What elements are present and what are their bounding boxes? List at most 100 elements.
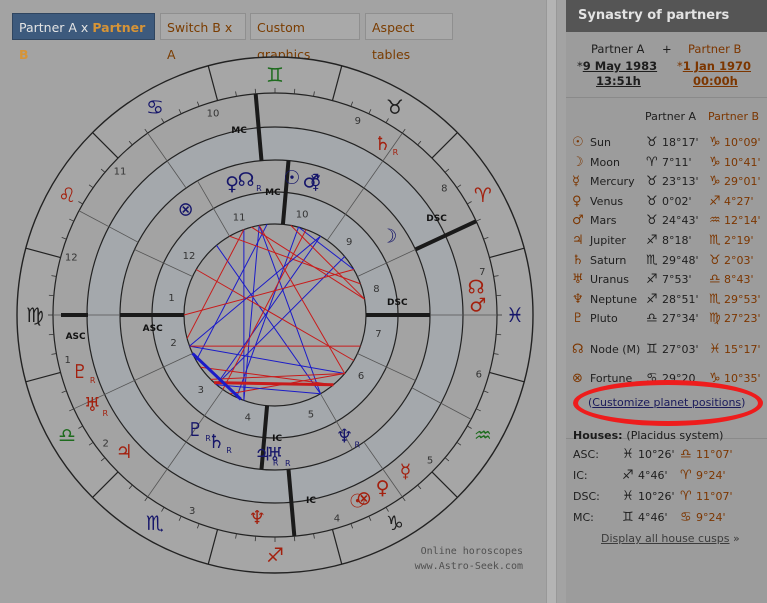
house-name: ASC: <box>573 448 599 461</box>
partner-a-planet-icon: ⊗ <box>178 199 194 221</box>
pos-a: 10°26' <box>638 490 675 503</box>
partner-a-planet-icon: ☽ <box>380 225 397 247</box>
planet-name: Jupiter <box>590 234 626 247</box>
sign-a-icon: ♈ <box>646 154 658 170</box>
separator <box>566 97 767 98</box>
planet-icon: ♆ <box>572 291 584 307</box>
planet-row: ♅ Uranus ♐ 7°53' ♎ 8°43' <box>572 271 767 289</box>
zodiac-sign-icon: ♉ <box>386 95 404 119</box>
sign-a-icon: ♊ <box>622 510 634 525</box>
partner-b-time[interactable]: 00:00h <box>693 74 738 88</box>
sign-a-icon: ♉ <box>646 213 658 229</box>
sign-a-icon: ♐ <box>622 468 634 483</box>
arrow-icon: » <box>733 532 740 545</box>
outer-house-number: 12 <box>65 253 78 264</box>
planet-icon: ♇ <box>572 311 584 327</box>
inner-house-number: 3 <box>198 385 204 396</box>
pos-a: 18°17' <box>662 136 699 149</box>
house-name: DSC: <box>573 490 600 503</box>
planet-name: Moon <box>590 155 620 169</box>
pos-a: 24°43' <box>662 214 699 228</box>
inner-house-number: 10 <box>296 210 309 221</box>
planet-icon: ♄ <box>572 252 584 268</box>
partner-a-label: Partner A <box>591 42 645 56</box>
partner-b-date[interactable]: *1 Jan 1970 <box>677 59 751 73</box>
pos-a: 28°51' <box>662 292 699 306</box>
partner-b-planet-icon: ♆ <box>249 507 266 529</box>
tab-label-partner-a: Partner A x <box>19 20 93 35</box>
sign-b-icon: ♈ <box>680 468 692 483</box>
zodiac-sign-icon: ♊ <box>266 63 284 87</box>
partner-a-time[interactable]: 13:51h <box>596 74 641 88</box>
planet-name: Mars <box>590 214 617 228</box>
retrograde-marker: R <box>285 459 291 468</box>
zodiac-sign-icon: ♏ <box>146 511 164 535</box>
tab-switch-b-x-a[interactable]: Switch B x A <box>160 13 246 62</box>
pos-b: 10°41' <box>724 155 761 169</box>
partner-a-planet-icon: ♅ <box>266 444 283 466</box>
house-row: ASC: ♓ 10°26' ♎ 11°07' <box>572 446 767 464</box>
sign-a-icon: ♉ <box>646 135 658 150</box>
pos-a: 27°34' <box>662 312 699 326</box>
sign-b-icon: ♏ <box>709 291 721 307</box>
pos-a: 7°53' <box>662 273 692 287</box>
partner-a-date-link[interactable]: 9 May 1983 <box>583 59 657 73</box>
highlight-circle <box>573 380 763 426</box>
retrograde-marker: R <box>226 446 232 455</box>
tab-partner-a-x-b[interactable]: Partner A x Partner B <box>12 13 155 62</box>
credit-line-1: Online horoscopes <box>420 546 523 557</box>
partner-b-planet-icon: ♄ <box>374 133 391 155</box>
sign-b-icon: ♑ <box>709 154 721 170</box>
pos-b: 11°07' <box>696 490 733 503</box>
house-row: MC: ♊ 4°46' ♋ 9°24' <box>572 509 767 527</box>
inner-house-number: 12 <box>183 251 196 262</box>
inner-house-number: 1 <box>168 293 174 304</box>
display-all-house-cusps-link[interactable]: Display all house cusps <box>601 532 730 545</box>
sign-b-icon: ♓ <box>709 342 721 357</box>
pos-b: 2°19' <box>724 234 754 247</box>
planet-row: ☉ Sun ♉ 18°17' ♑ 10°09' <box>572 134 767 152</box>
planet-name: Venus <box>590 194 624 208</box>
pos-b: 4°27' <box>724 194 754 208</box>
pos-a: 8°18' <box>662 234 692 247</box>
credit-link[interactable]: www.Astro-Seek.com <box>415 561 523 572</box>
partner-b-planet-icon: ♂ <box>469 294 486 316</box>
pos-b: 15°17' <box>724 343 761 356</box>
partner-a-planet-icon: ♇ <box>187 419 204 441</box>
plus-sign: + <box>662 42 672 56</box>
pos-b: 2°03' <box>724 253 754 267</box>
pos-a: 10°26' <box>638 448 675 461</box>
pos-b: 9°24' <box>696 511 726 524</box>
panel-title: Synastry of partners <box>566 0 767 32</box>
outer-dsc-label: DSC <box>426 214 447 224</box>
house-name: MC: <box>573 511 594 524</box>
partner-a-date[interactable]: *9 May 1983 <box>577 59 657 73</box>
planet-row: ♂ Mars ♉ 24°43' ♒ 12°14' <box>572 212 767 230</box>
column-partner-b: Partner B <box>708 110 760 123</box>
pos-b: 29°53' <box>724 292 761 306</box>
partner-b-planet-icon: ♃ <box>116 441 133 463</box>
inner-house-number: 5 <box>308 410 314 421</box>
sign-b-icon: ♒ <box>709 213 721 229</box>
inner-ic-label: IC <box>272 434 282 444</box>
planet-name: Pluto <box>590 312 618 326</box>
planet-row: ☊ Node (M) ♊ 27°03' ♓ 15°17' <box>572 341 767 359</box>
inner-house-number: 8 <box>373 284 379 295</box>
sign-b-icon: ♑ <box>709 135 721 150</box>
pos-b: 27°23' <box>724 312 761 326</box>
house-name: IC: <box>573 469 588 482</box>
sign-b-icon: ♎ <box>680 447 692 462</box>
outer-house-number: 6 <box>476 369 482 380</box>
zodiac-sign-icon: ♐ <box>266 543 284 567</box>
tab-aspect-tables[interactable]: Aspect tables <box>365 13 453 62</box>
tab-custom-graphics[interactable]: Custom graphics <box>250 13 360 62</box>
inner-house-number: 7 <box>375 329 381 340</box>
planet-name: Mercury <box>590 175 635 189</box>
planet-row: ♃ Jupiter ♐ 8°18' ♏ 2°19' <box>572 232 767 250</box>
partner-a-planet-icon: ♄ <box>208 431 225 453</box>
sign-a-icon: ♎ <box>646 311 658 327</box>
pos-b: 12°14' <box>724 214 761 228</box>
houses-title: Houses: <box>573 429 623 442</box>
sign-a-icon: ♐ <box>646 272 658 288</box>
partner-b-date-link[interactable]: 1 Jan 1970 <box>683 59 751 73</box>
